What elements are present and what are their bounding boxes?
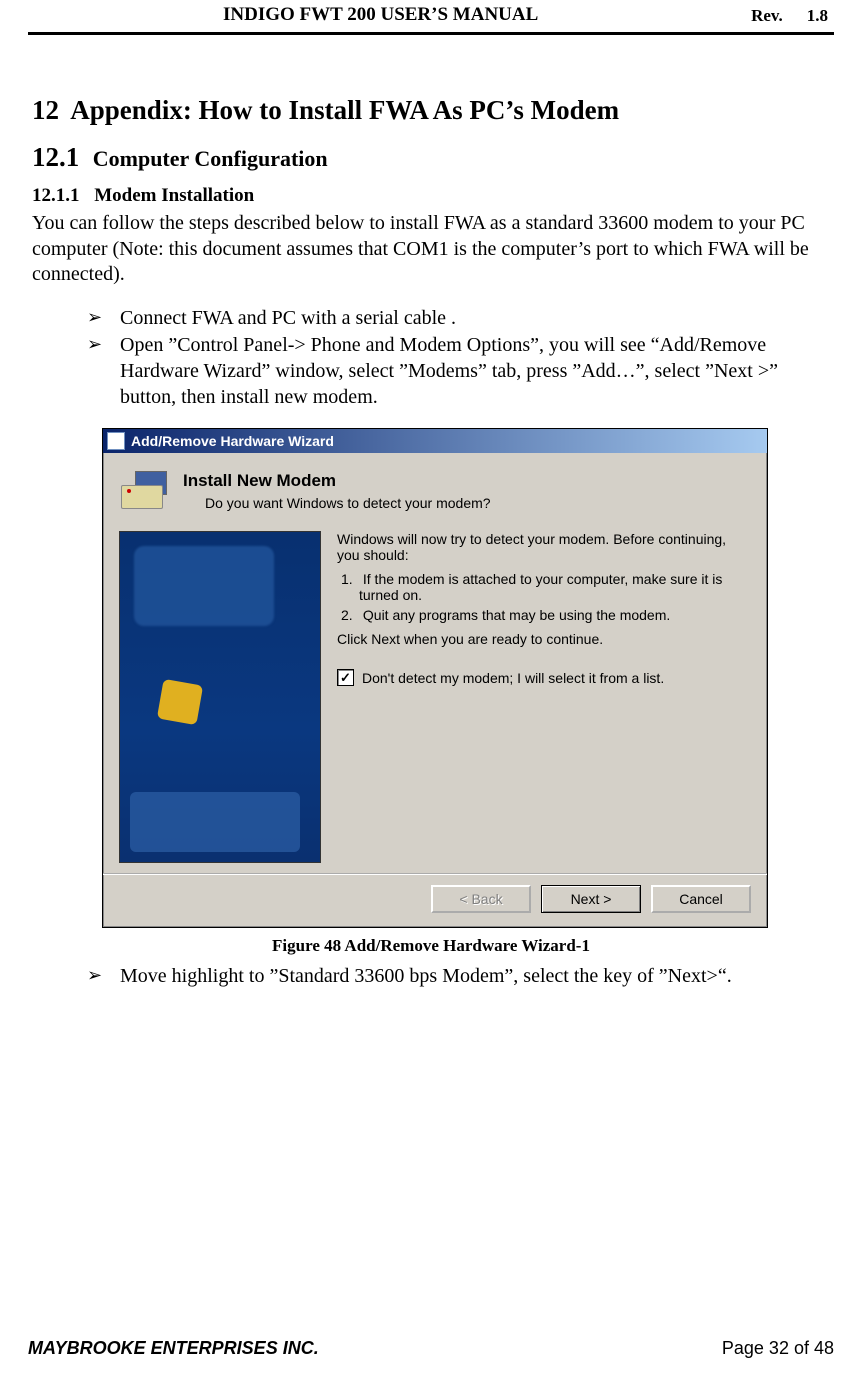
heading-3: 12.1.1 Modem Installation — [32, 185, 830, 207]
page-header: INDIGO FWT 200 USER’S MANUAL Rev. 1.8 — [28, 0, 834, 35]
arrow-icon: ➢ — [87, 333, 102, 356]
wizard-main: Windows will now try to detect your mode… — [119, 531, 751, 863]
checkbox-icon[interactable]: ✓ — [337, 669, 354, 686]
wizard-heading-block: Install New Modem Do you want Windows to… — [183, 471, 491, 517]
rev-value: 1.8 — [807, 6, 828, 26]
instructions-intro: Windows will now try to detect your mode… — [337, 531, 751, 563]
revision-row: Rev. 1.8 — [751, 6, 828, 26]
list-item: ➢ Open ”Control Panel-> Phone and Modem … — [32, 333, 830, 410]
instructions-outro: Click Next when you are ready to continu… — [337, 631, 751, 647]
page-footer: MAYBROOKE ENTERPRISES INC. Page 32 of 48 — [28, 1338, 834, 1359]
wizard-body: Install New Modem Do you want Windows to… — [103, 453, 767, 873]
heading-3-text: Modem Installation — [94, 185, 254, 206]
heading-3-number: 12.1.1 — [32, 185, 80, 206]
dont-detect-checkbox-row[interactable]: ✓ Don't detect my modem; I will select i… — [337, 669, 751, 686]
instructions-list: 1. If the modem is attached to your comp… — [355, 571, 751, 623]
back-button[interactable]: < Back — [431, 885, 531, 913]
heading-2: 12.1 Computer Configuration — [32, 142, 830, 173]
heading-2-number: 12.1 — [32, 142, 79, 172]
list-item-text: If the modem is attached to your compute… — [359, 571, 722, 603]
arrow-icon: ➢ — [87, 306, 102, 329]
page: INDIGO FWT 200 USER’S MANUAL Rev. 1.8 12… — [0, 0, 862, 1381]
next-button[interactable]: Next > — [541, 885, 641, 913]
intro-paragraph: You can follow the steps described below… — [32, 211, 830, 288]
list-marker: 1. — [341, 571, 359, 587]
list-item: 1. If the modem is attached to your comp… — [355, 571, 751, 603]
wizard-heading: Install New Modem — [183, 471, 491, 491]
wizard-side-graphic — [119, 531, 321, 863]
figure-caption: Figure 48 Add/Remove Hardware Wizard-1 — [32, 936, 830, 956]
list-item-text: Quit any programs that may be using the … — [363, 607, 670, 623]
list-item-text: Open ”Control Panel-> Phone and Modem Op… — [120, 334, 778, 407]
list-item-text: Connect FWA and PC with a serial cable . — [120, 307, 456, 329]
wizard-heading-row: Install New Modem Do you want Windows to… — [119, 471, 751, 517]
bullet-list-bottom: ➢ Move highlight to ”Standard 33600 bps … — [32, 964, 830, 990]
manual-title: INDIGO FWT 200 USER’S MANUAL — [223, 4, 834, 26]
list-marker: 2. — [341, 607, 359, 623]
rev-label: Rev. — [751, 6, 783, 26]
list-item: ➢ Move highlight to ”Standard 33600 bps … — [32, 964, 830, 990]
footer-pager: Page 32 of 48 — [722, 1338, 834, 1359]
heading-1-text: Appendix: How to Install FWA As PC’s Mod… — [70, 95, 619, 125]
modem-icon — [119, 471, 165, 517]
list-item: ➢ Connect FWA and PC with a serial cable… — [32, 306, 830, 332]
list-item: 2. Quit any programs that may be using t… — [355, 607, 751, 623]
page-content: 12 Appendix: How to Install FWA As PC’s … — [28, 35, 834, 990]
bullet-list-top: ➢ Connect FWA and PC with a serial cable… — [32, 306, 830, 410]
cancel-button[interactable]: Cancel — [651, 885, 751, 913]
arrow-icon: ➢ — [87, 964, 102, 987]
wizard-instructions: Windows will now try to detect your mode… — [337, 531, 751, 863]
wizard-subheading: Do you want Windows to detect your modem… — [205, 495, 491, 511]
heading-1: 12 Appendix: How to Install FWA As PC’s … — [32, 95, 830, 126]
wizard-titlebar[interactable]: Add/Remove Hardware Wizard — [103, 429, 767, 453]
heading-2-text: Computer Configuration — [93, 146, 328, 171]
wizard-title: Add/Remove Hardware Wizard — [131, 433, 334, 449]
wizard-icon — [107, 432, 125, 450]
figure-wrapper: Add/Remove Hardware Wizard Install New M… — [102, 428, 830, 928]
wizard-dialog: Add/Remove Hardware Wizard Install New M… — [102, 428, 768, 928]
heading-1-number: 12 — [32, 95, 59, 125]
wizard-footer: < Back Next > Cancel — [103, 873, 767, 927]
footer-company: MAYBROOKE ENTERPRISES INC. — [28, 1338, 319, 1359]
list-item-text: Move highlight to ”Standard 33600 bps Mo… — [120, 965, 732, 987]
checkbox-label: Don't detect my modem; I will select it … — [362, 670, 664, 686]
